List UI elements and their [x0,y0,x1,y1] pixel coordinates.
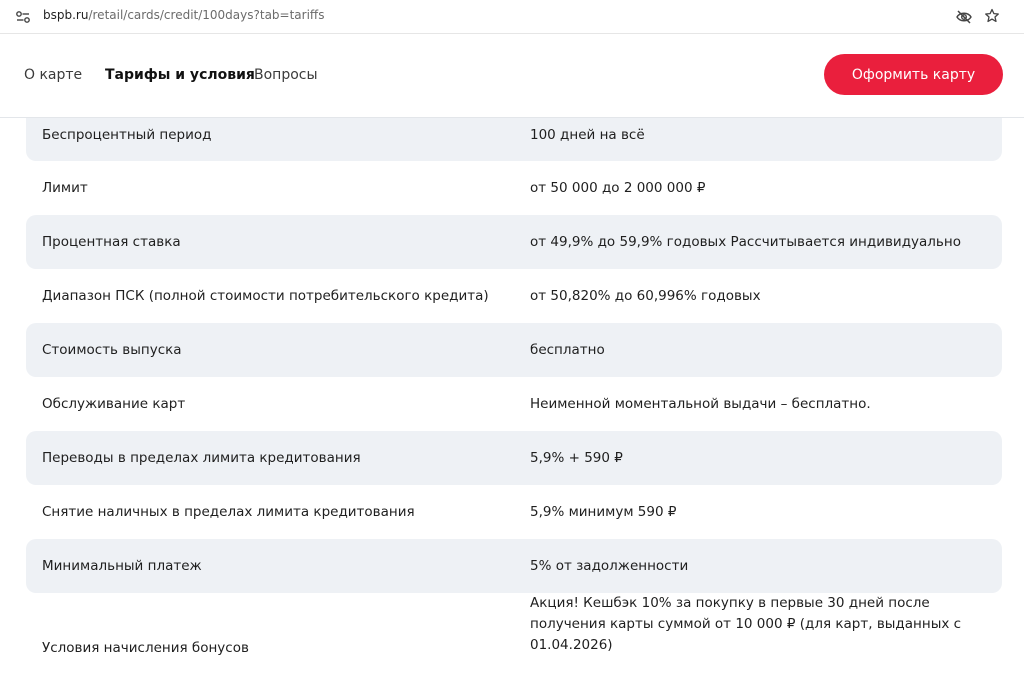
row-label: Снятие наличных в пределах лимита кредит… [42,504,415,520]
tab-tariffs[interactable]: Тарифы и условия [105,67,255,83]
row-value: 5,9% + 590 ₽ [530,450,623,466]
row-value: от 49,9% до 59,9% годовых Рассчитывается… [530,234,961,250]
row-value: от 50 000 до 2 000 000 ₽ [530,180,706,196]
row-label: Условия начисления бонусов [42,640,249,656]
row-value: 5,9% минимум 590 ₽ [530,504,677,520]
apply-card-button[interactable]: Оформить карту [824,54,1003,95]
row-label: Минимальный платеж [42,558,202,574]
table-row: Минимальный платеж 5% от задолженности [26,539,1002,593]
row-label: Лимит [42,180,88,196]
row-label: Процентная ставка [42,234,181,250]
row-value: Акция! Кешбэк 10% за покупку в первые 30… [530,595,962,653]
row-value: Неименной моментальной выдачи – бесплатн… [530,396,871,412]
table-row: Стоимость выпуска бесплатно [26,323,1002,377]
row-label: Стоимость выпуска [42,342,182,358]
row-label: Диапазон ПСК (полной стоимости потребите… [42,288,489,304]
url-host: bspb.ru [43,8,89,22]
tariffs-table: Беспроцентный период 100 дней на всё Лим… [26,118,1002,673]
row-label: Переводы в пределах лимита кредитования [42,450,361,466]
table-row: Процентная ставка от 49,9% до 59,9% годо… [26,215,1002,269]
bookmark-star-icon[interactable] [984,8,1000,24]
table-row: Переводы в пределах лимита кредитования … [26,431,1002,485]
tab-questions[interactable]: Вопросы [254,67,318,83]
row-value: 5% от задолженности [530,558,689,574]
row-value: от 50,820% до 60,996% годовых [530,288,761,304]
table-row: Беспроцентный период 100 дней на всё [26,118,1002,161]
table-row: Условия начисления бонусов Акция! Кешбэк… [26,593,1002,673]
browser-address-bar: bspb.ru/retail/cards/credit/100days?tab=… [0,0,1024,34]
table-row: Снятие наличных в пределах лимита кредит… [26,485,1002,539]
tab-about-card[interactable]: О карте [24,67,82,83]
site-settings-icon[interactable] [15,9,31,25]
table-row: Диапазон ПСК (полной стоимости потребите… [26,269,1002,323]
row-value: бесплатно [530,342,605,358]
url-path: /retail/cards/credit/100days?tab=tariffs [88,8,325,22]
row-label: Обслуживание карт [42,396,186,412]
table-row: Обслуживание карт Неименной моментальной… [26,377,1002,431]
url-field[interactable]: bspb.ru/retail/cards/credit/100days?tab=… [43,8,324,22]
site-header: О карте Тарифы и условия Вопросы Оформит… [0,34,1024,118]
row-value: 100 дней на всё [530,127,645,143]
table-row: Лимит от 50 000 до 2 000 000 ₽ [26,161,1002,215]
tracking-protection-icon[interactable] [955,8,973,26]
row-label: Беспроцентный период [42,127,212,143]
